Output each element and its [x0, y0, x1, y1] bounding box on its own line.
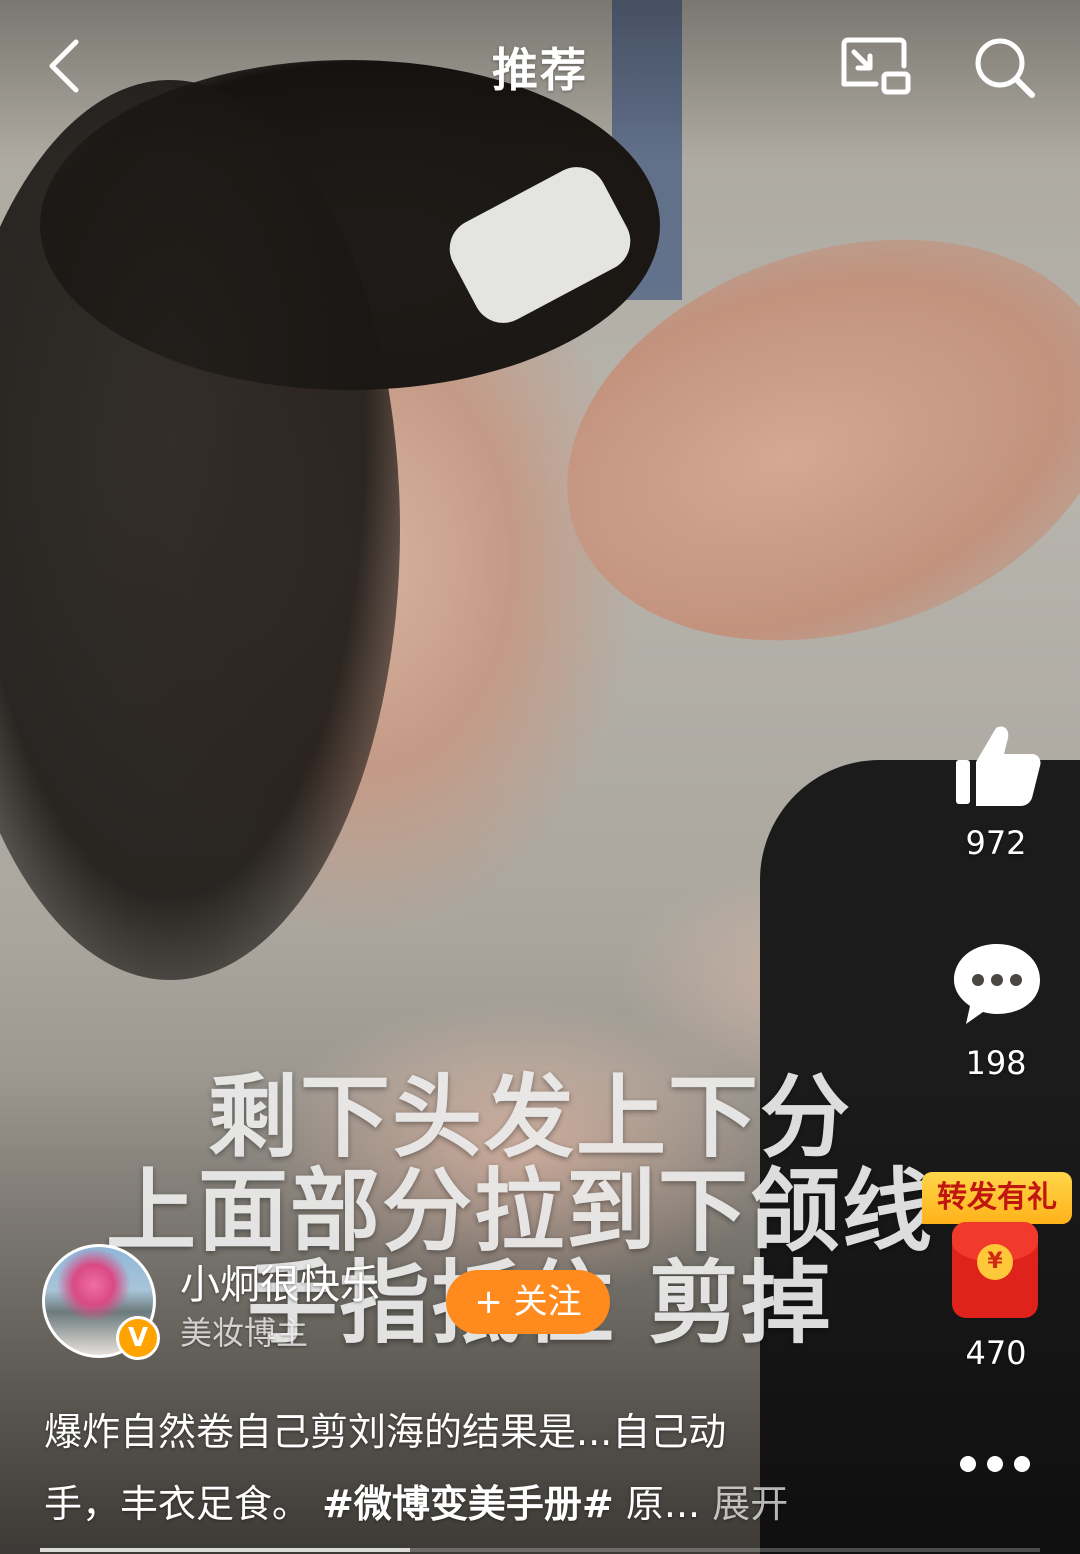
- share-button[interactable]: ¥: [952, 1222, 1038, 1318]
- search-button[interactable]: [970, 34, 1040, 100]
- comment-button[interactable]: [952, 942, 1042, 1026]
- caption-truncated: 原...: [613, 1482, 701, 1526]
- playback-progress-fill: [40, 1548, 410, 1552]
- share-count: 470: [965, 1334, 1027, 1372]
- author-name[interactable]: 小炯很快乐: [180, 1252, 380, 1310]
- cast-button[interactable]: [838, 36, 914, 96]
- thumbs-up-icon: [956, 726, 1041, 806]
- back-button[interactable]: [40, 36, 100, 96]
- follow-button[interactable]: + 关注: [446, 1270, 610, 1334]
- search-icon: [975, 38, 1035, 98]
- like-button[interactable]: [954, 722, 1042, 808]
- page-title: 推荐: [492, 43, 588, 97]
- video-caption[interactable]: 爆炸自然卷自己剪刘海的结果是...自己动 手，丰衣足食。 #微博变美手册# 原.…: [44, 1396, 924, 1540]
- screen-cast-icon: [841, 37, 911, 95]
- caption-text: 手，丰衣足食。: [44, 1482, 323, 1526]
- coin-icon: ¥: [977, 1244, 1013, 1280]
- more-dots-icon: [960, 1456, 976, 1472]
- more-options-button[interactable]: [958, 1454, 1032, 1474]
- share-reward-badge[interactable]: 转发有礼: [922, 1172, 1072, 1224]
- like-count: 972: [965, 824, 1027, 862]
- comment-bubble-icon: [954, 944, 1040, 1024]
- video-subtitle-line-2: 上面部分拉到下颌线: [106, 1159, 934, 1264]
- playback-progress-bar[interactable]: [40, 1548, 1040, 1552]
- caption-line-2: 手，丰衣足食。 #微博变美手册# 原... 展开: [44, 1468, 924, 1540]
- video-subtitle-line-1: 剩下头发上下分: [208, 1065, 852, 1170]
- expand-link[interactable]: 展开: [712, 1482, 788, 1526]
- hashtag-link[interactable]: #微博变美手册#: [322, 1482, 614, 1526]
- comment-count: 198: [965, 1044, 1027, 1082]
- author-category: 美妆博主: [180, 1314, 309, 1352]
- caption-line-1: 爆炸自然卷自己剪刘海的结果是...自己动: [44, 1410, 727, 1454]
- chevron-left-icon: [49, 39, 79, 93]
- verified-badge-icon: V: [116, 1316, 160, 1360]
